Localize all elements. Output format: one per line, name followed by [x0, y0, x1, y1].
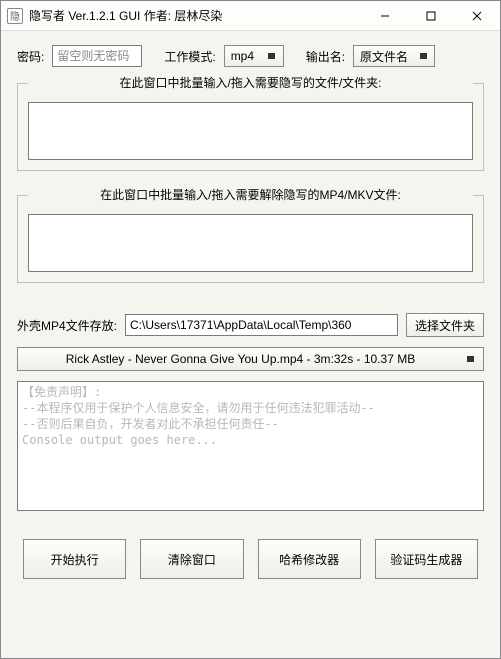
shell-label: 外壳MP4文件存放:: [17, 317, 117, 334]
app-window: 隐 隐写者 Ver.1.2.1 GUI 作者: 层林尽染 密码: 工作模式: m…: [0, 0, 501, 659]
shell-path-input[interactable]: [125, 314, 398, 336]
mode-value: mp4: [231, 49, 254, 63]
titlebar: 隐 隐写者 Ver.1.2.1 GUI 作者: 层林尽染: [1, 1, 500, 31]
reveal-caption: 在此窗口中批量输入/拖入需要解除隐写的MP4/MKV文件:: [28, 188, 473, 202]
mode-label: 工作模式:: [164, 48, 215, 65]
app-icon: 隐: [7, 8, 23, 24]
reveal-drop-area[interactable]: [28, 214, 473, 272]
minimize-button[interactable]: [362, 1, 408, 31]
hide-caption: 在此窗口中批量输入/拖入需要隐写的文件/文件夹:: [28, 76, 473, 90]
content-area: 密码: 工作模式: mp4 输出名: 原文件名 在此窗口中批量输入/拖入需要隐写…: [1, 31, 500, 658]
console-output: 【免责声明】: --本程序仅用于保护个人信息安全，请勿用于任何违法犯罪活动-- …: [17, 381, 484, 511]
maximize-button[interactable]: [408, 1, 454, 31]
hash-button[interactable]: 哈希修改器: [258, 539, 361, 579]
action-button-row: 开始执行 清除窗口 哈希修改器 验证码生成器: [17, 539, 484, 579]
clear-button[interactable]: 清除窗口: [140, 539, 243, 579]
verify-button[interactable]: 验证码生成器: [375, 539, 478, 579]
output-value: 原文件名: [360, 48, 408, 65]
close-button[interactable]: [454, 1, 500, 31]
dropdown-handle-icon: [418, 52, 428, 60]
shell-file-value: Rick Astley - Never Gonna Give You Up.mp…: [26, 352, 455, 366]
options-row: 密码: 工作模式: mp4 输出名: 原文件名: [17, 45, 484, 67]
window-title: 隐写者 Ver.1.2.1 GUI 作者: 层林尽染: [29, 7, 362, 24]
browse-button[interactable]: 选择文件夹: [406, 313, 484, 337]
mode-dropdown[interactable]: mp4: [224, 45, 284, 67]
password-input[interactable]: [52, 45, 142, 67]
start-button[interactable]: 开始执行: [23, 539, 126, 579]
shell-file-dropdown[interactable]: Rick Astley - Never Gonna Give You Up.mp…: [17, 347, 484, 371]
dropdown-handle-icon: [267, 52, 277, 60]
hide-groupbox: 在此窗口中批量输入/拖入需要隐写的文件/文件夹:: [17, 83, 484, 171]
shell-path-row: 外壳MP4文件存放: 选择文件夹: [17, 313, 484, 337]
hide-drop-area[interactable]: [28, 102, 473, 160]
output-label: 输出名:: [306, 48, 345, 65]
reveal-groupbox: 在此窗口中批量输入/拖入需要解除隐写的MP4/MKV文件:: [17, 195, 484, 283]
output-dropdown[interactable]: 原文件名: [353, 45, 435, 67]
password-label: 密码:: [17, 48, 44, 65]
dropdown-handle-icon: [465, 355, 475, 363]
